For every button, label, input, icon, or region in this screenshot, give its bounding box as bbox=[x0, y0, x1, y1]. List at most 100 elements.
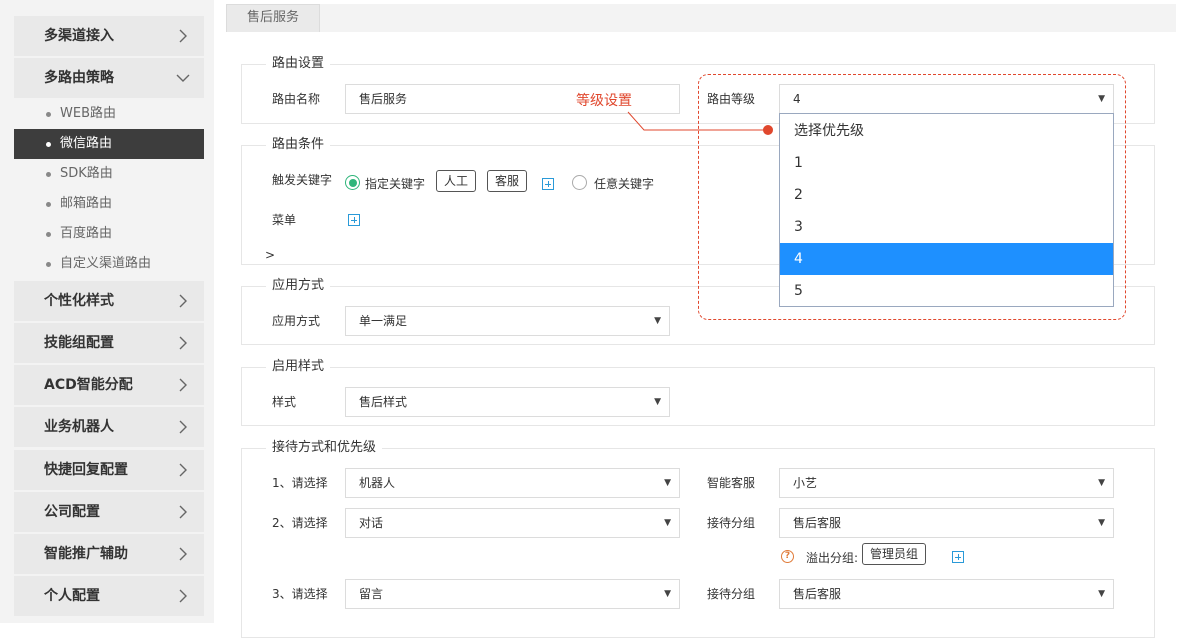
section-title: 接待方式和优先级 bbox=[266, 440, 383, 456]
trigger-keyword-label: 触发关键字 bbox=[272, 173, 333, 187]
sidebar-item-multi-route[interactable]: 多路由策略 bbox=[14, 58, 204, 98]
keyword-tag[interactable]: 客服 bbox=[487, 170, 528, 192]
help-icon[interactable]: ? bbox=[781, 550, 794, 563]
sidebar-item-acd[interactable]: ACD智能分配 bbox=[14, 365, 204, 405]
caret-down-icon: ▼ bbox=[654, 397, 661, 407]
sidebar-subitem-email-route[interactable]: 邮箱路由 bbox=[14, 189, 204, 219]
sidebar-item-label: 个性化样式 bbox=[44, 293, 114, 309]
chevron-right-icon bbox=[176, 420, 190, 434]
tab-bar: 售后服务 bbox=[226, 4, 1176, 32]
dropdown-option[interactable]: 3 bbox=[780, 211, 1113, 243]
overflow-group-tag[interactable]: 管理员组 bbox=[862, 543, 927, 565]
dropdown-option[interactable]: 1 bbox=[780, 147, 1113, 179]
reception-select[interactable]: 机器人 ▼ bbox=[345, 468, 680, 498]
tab-after-sales[interactable]: 售后服务 bbox=[226, 4, 320, 32]
radio-any-keyword[interactable] bbox=[572, 175, 587, 190]
sidebar-item-company[interactable]: 公司配置 bbox=[14, 492, 204, 532]
sidebar-subitem-label: 自定义渠道路由 bbox=[60, 256, 152, 271]
route-level-dropdown: 选择优先级 1 2 3 4 5 bbox=[779, 113, 1114, 307]
sidebar-subitem-custom-route[interactable]: 自定义渠道路由 bbox=[14, 249, 204, 279]
sidebar-subitem-label: 百度路由 bbox=[60, 226, 113, 241]
caret-down-icon: ▼ bbox=[654, 316, 661, 326]
radio-any-label: 任意关键字 bbox=[594, 177, 655, 191]
style-select[interactable]: 售后样式 ▼ bbox=[345, 387, 670, 417]
dropdown-option-selected[interactable]: 4 bbox=[780, 243, 1113, 275]
radio-specified-label: 指定关键字 bbox=[365, 177, 426, 191]
smart-agent-select[interactable]: 小艺 ▼ bbox=[779, 468, 1114, 498]
bullet-icon bbox=[46, 202, 51, 207]
reception-section: 接待方式和优先级 1、请选择 机器人 ▼ 智能客服 小艺 ▼ 2、请选择 对话 … bbox=[241, 440, 1155, 638]
chevron-right-icon bbox=[176, 589, 190, 603]
sidebar-subitem-label: SDK路由 bbox=[60, 166, 113, 181]
reception-select[interactable]: 留言 ▼ bbox=[345, 579, 680, 609]
sidebar-item-label: 技能组配置 bbox=[44, 335, 114, 351]
overflow-group-label: 溢出分组: bbox=[806, 551, 859, 565]
bullet-icon bbox=[46, 142, 51, 147]
sidebar-item-quick-reply[interactable]: 快捷回复配置 bbox=[14, 450, 204, 490]
sidebar-item-personal[interactable]: 个人配置 bbox=[14, 576, 204, 616]
dropdown-option[interactable]: 2 bbox=[780, 179, 1113, 211]
bullet-icon bbox=[46, 112, 51, 117]
add-menu-icon[interactable] bbox=[348, 214, 360, 226]
sidebar-item-label: 业务机器人 bbox=[44, 419, 114, 435]
route-name-value: 售后服务 bbox=[359, 92, 408, 106]
section-title: 路由条件 bbox=[266, 137, 331, 153]
section-title: 路由设置 bbox=[266, 56, 331, 72]
reception-group-value: 售后客服 bbox=[793, 587, 842, 601]
annotation-label: 等级设置 bbox=[576, 93, 632, 109]
smart-agent-value: 小艺 bbox=[793, 476, 818, 490]
sidebar-item-personal-style[interactable]: 个性化样式 bbox=[14, 281, 204, 321]
route-name-label: 路由名称 bbox=[272, 92, 321, 106]
sidebar-item-business-robot[interactable]: 业务机器人 bbox=[14, 407, 204, 447]
reception-group-select[interactable]: 售后客服 ▼ bbox=[779, 579, 1114, 609]
chevron-down-icon bbox=[176, 71, 190, 85]
expand-toggle[interactable]: > bbox=[265, 247, 275, 263]
reception-row-label: 3、请选择 bbox=[272, 587, 328, 601]
reception-row-label: 1、请选择 bbox=[272, 476, 328, 490]
sidebar-item-skill-group[interactable]: 技能组配置 bbox=[14, 323, 204, 363]
add-keyword-icon[interactable] bbox=[542, 178, 554, 190]
reception-row-label: 2、请选择 bbox=[272, 516, 328, 530]
chevron-right-icon bbox=[176, 294, 190, 308]
reception-right-label: 接待分组 bbox=[707, 587, 756, 601]
dropdown-option[interactable]: 5 bbox=[780, 275, 1113, 307]
chevron-right-icon bbox=[176, 463, 190, 477]
chevron-right-icon bbox=[176, 505, 190, 519]
reception-select[interactable]: 对话 ▼ bbox=[345, 508, 680, 538]
keyword-tag[interactable]: 人工 bbox=[436, 170, 477, 192]
reception-right-label: 接待分组 bbox=[707, 516, 756, 530]
caret-down-icon: ▼ bbox=[1098, 478, 1105, 488]
apply-mode-label: 应用方式 bbox=[272, 314, 321, 328]
sidebar-item-label: 智能推广辅助 bbox=[44, 546, 128, 562]
chevron-right-icon bbox=[176, 378, 190, 392]
caret-down-icon: ▼ bbox=[664, 518, 671, 528]
style-value: 售后样式 bbox=[359, 395, 408, 409]
reception-select-value: 机器人 bbox=[359, 476, 396, 490]
sidebar-item-multichannel[interactable]: 多渠道接入 bbox=[14, 16, 204, 56]
bullet-icon bbox=[46, 172, 51, 177]
sidebar-subitem-wechat-route[interactable]: 微信路由 bbox=[14, 129, 204, 159]
sidebar-subitem-baidu-route[interactable]: 百度路由 bbox=[14, 219, 204, 249]
style-section: 启用样式 样式 售后样式 ▼ bbox=[241, 359, 1155, 426]
sidebar-subitem-web-route[interactable]: WEB路由 bbox=[14, 99, 204, 129]
reception-right-label: 智能客服 bbox=[707, 476, 756, 490]
reception-select-value: 对话 bbox=[359, 516, 384, 530]
radio-specified-keyword[interactable] bbox=[345, 175, 360, 190]
menu-label: 菜单 bbox=[272, 213, 297, 227]
sidebar-subitem-label: WEB路由 bbox=[60, 106, 116, 121]
add-overflow-group-icon[interactable] bbox=[952, 551, 964, 563]
apply-mode-value: 单一满足 bbox=[359, 314, 408, 328]
sidebar-subitem-sdk-route[interactable]: SDK路由 bbox=[14, 159, 204, 189]
caret-down-icon: ▼ bbox=[1098, 589, 1105, 599]
dropdown-option[interactable]: 选择优先级 bbox=[780, 115, 1113, 147]
chevron-right-icon bbox=[176, 547, 190, 561]
sidebar: 多渠道接入 多路由策略 WEB路由 微信路由 SDK路由 邮箱路由 百度路由 自… bbox=[0, 0, 214, 623]
annotation-dot bbox=[763, 125, 773, 135]
reception-group-select[interactable]: 售后客服 ▼ bbox=[779, 508, 1114, 538]
sidebar-item-promotion[interactable]: 智能推广辅助 bbox=[14, 534, 204, 574]
sidebar-item-label: 多渠道接入 bbox=[44, 28, 114, 44]
apply-mode-select[interactable]: 单一满足 ▼ bbox=[345, 306, 670, 336]
sidebar-item-label: 多路由策略 bbox=[44, 70, 114, 86]
sidebar-item-label: ACD智能分配 bbox=[44, 377, 133, 393]
chevron-right-icon bbox=[176, 29, 190, 43]
